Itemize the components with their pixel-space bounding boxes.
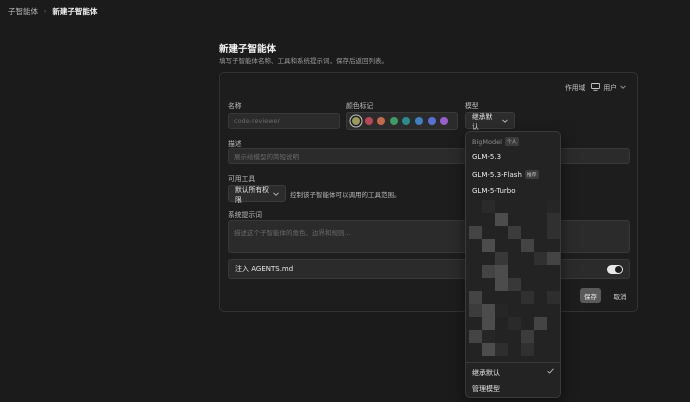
color-swatch[interactable] (364, 117, 373, 125)
menu-divider (466, 362, 560, 363)
scope-dropdown[interactable]: 用户 (591, 82, 626, 92)
model-select[interactable]: 继承默认 (465, 112, 515, 131)
checkmark-icon (547, 368, 554, 376)
color-swatch[interactable] (414, 117, 423, 125)
scope-selector: 作用域 用户 (565, 82, 626, 92)
save-button[interactable]: 保存 (580, 288, 601, 303)
page-subtitle: 填写子智能体名称、工具和系统提示词，保存后返回列表。 (219, 57, 388, 65)
description-input[interactable]: 展示给模型的简短说明 (228, 148, 630, 164)
scope-value: 用户 (603, 84, 617, 92)
menu-group-badge: 个人 (504, 137, 519, 146)
tools-select-value: 默认所有权限 (235, 185, 269, 204)
monitor-icon (591, 83, 601, 91)
scope-label: 作用域 (565, 84, 586, 92)
inject-agents-toggle[interactable] (607, 264, 623, 274)
breadcrumb: 子智能体 › 新建子智能体 (8, 6, 97, 17)
model-select-value: 继承默认 (472, 112, 493, 131)
menu-item-manage-models[interactable]: 管理模型 (472, 384, 500, 394)
color-swatch[interactable] (377, 117, 386, 125)
menu-item-model[interactable]: GLM-5-Turbo (472, 187, 515, 195)
menu-item-model[interactable]: GLM-5.3-Flash 推荐 (472, 170, 539, 179)
color-picker (346, 112, 458, 130)
cancel-button[interactable]: 取消 (611, 288, 629, 303)
breadcrumb-current: 新建子智能体 (52, 7, 98, 16)
color-swatch[interactable] (352, 117, 360, 125)
menu-item-label: GLM-5.3 (472, 153, 502, 161)
redacted-model-list (466, 200, 560, 360)
tools-hint: 控制该子智能体可以调用的工具范围。 (290, 191, 401, 199)
page-title: 新建子智能体 (219, 44, 277, 55)
tools-select[interactable]: 默认所有权限 (228, 185, 286, 204)
menu-group-header: BigModel 个人 (472, 137, 519, 146)
chevron-right-icon: › (44, 8, 47, 15)
tools-label: 可用工具 (228, 175, 256, 183)
model-label: 模型 (465, 102, 479, 110)
name-input[interactable]: code-reviewer (228, 113, 340, 129)
menu-item-label: GLM-5-Turbo (472, 187, 516, 195)
chevron-down-icon (502, 117, 508, 125)
recommended-badge: 推荐 (524, 170, 539, 179)
system-prompt-label: 系统提示词 (228, 211, 262, 219)
breadcrumb-parent-link[interactable]: 子智能体 (8, 6, 38, 17)
system-prompt-textarea[interactable]: 描述这个子智能体的角色、边界和规则... (228, 220, 630, 253)
inject-agents-row: 注入 AGENTS.md (228, 259, 630, 279)
color-swatch[interactable] (427, 117, 436, 125)
chevron-down-icon (620, 85, 626, 89)
name-label: 名称 (228, 102, 242, 110)
description-label: 描述 (228, 140, 242, 148)
menu-item-model[interactable]: GLM-5.3 (472, 153, 501, 161)
menu-item-label: GLM-5.3-Flash (472, 170, 522, 179)
color-swatch[interactable] (402, 117, 411, 125)
color-swatch[interactable] (389, 117, 398, 125)
color-label: 颜色标记 (346, 102, 374, 110)
menu-group-name: BigModel (472, 137, 502, 146)
color-swatch[interactable] (440, 117, 449, 125)
inject-agents-label: 注入 AGENTS.md (235, 265, 294, 273)
chevron-down-icon (273, 190, 279, 198)
menu-item-inherit-default[interactable]: 继承默认 (472, 368, 500, 378)
model-dropdown-menu: BigModel 个人 GLM-5.3 GLM-5.3-Flash 推荐 GLM… (465, 131, 561, 398)
